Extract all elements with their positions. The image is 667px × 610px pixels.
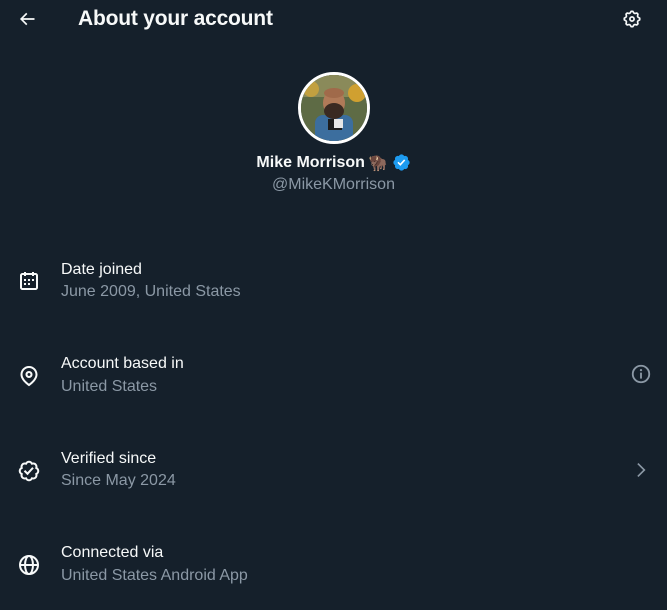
verified-since-value: Since May 2024 bbox=[61, 472, 176, 489]
info-icon bbox=[630, 363, 652, 390]
date-joined-value: June 2009, United States bbox=[61, 283, 241, 300]
chevron-right-icon bbox=[628, 457, 654, 483]
info-button[interactable] bbox=[628, 363, 654, 389]
location-pin-icon bbox=[15, 362, 43, 390]
account-based-in-value: United States bbox=[61, 378, 158, 395]
settings-button[interactable] bbox=[616, 4, 648, 38]
profile-name: Mike Morrison bbox=[256, 153, 365, 171]
page-title: About your account bbox=[78, 7, 273, 30]
gear-icon bbox=[622, 9, 642, 34]
connected-via-label: Connected via bbox=[61, 544, 164, 561]
date-joined-row: Date joined June 2009, United States bbox=[0, 258, 667, 318]
back-button[interactable] bbox=[10, 4, 44, 38]
verified-since-row[interactable]: Verified since Since May 2024 bbox=[0, 447, 667, 507]
profile-section: Mike Morrison 🦬 @MikeKMorrison bbox=[0, 72, 667, 194]
header-bar: About your account bbox=[0, 0, 667, 42]
connected-via-value: United States Android App bbox=[61, 567, 248, 584]
bison-emoji: 🦬 bbox=[368, 154, 388, 172]
date-joined-label: Date joined bbox=[61, 261, 142, 278]
profile-name-row: Mike Morrison 🦬 bbox=[256, 153, 410, 172]
verified-check-icon bbox=[15, 457, 43, 485]
verified-since-label: Verified since bbox=[61, 450, 157, 467]
account-based-in-label: Account based in bbox=[61, 355, 184, 372]
avatar[interactable] bbox=[297, 72, 370, 144]
globe-icon bbox=[15, 551, 43, 579]
connected-via-row: Connected via United States Android App bbox=[0, 541, 667, 601]
calendar-icon bbox=[15, 267, 43, 295]
verified-badge-icon[interactable] bbox=[392, 153, 411, 172]
account-based-in-row: Account based in United States bbox=[0, 352, 667, 412]
profile-handle: @MikeKMorrison bbox=[272, 176, 395, 193]
arrow-left-icon bbox=[17, 9, 37, 34]
